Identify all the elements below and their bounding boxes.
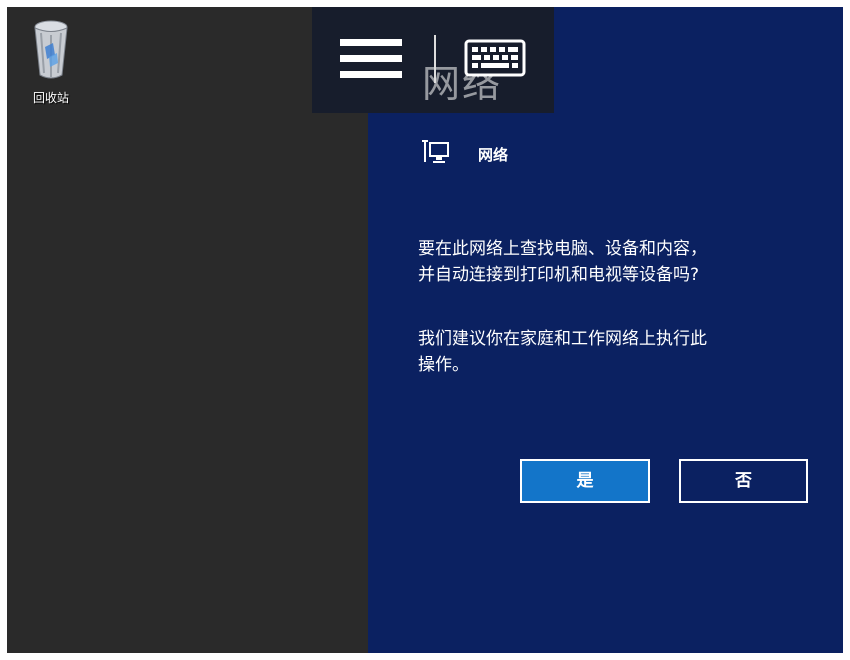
network-title: 网络 (478, 146, 509, 164)
question-line-1: 要在此网络上查找电脑、设备和内容， (418, 239, 707, 259)
keyboard-icon[interactable] (464, 39, 526, 83)
recycle-bin-icon (34, 20, 68, 79)
network-computer-icon (422, 140, 449, 163)
no-button[interactable]: 否 (679, 459, 808, 503)
discovery-question: 要在此网络上查找电脑、设备和内容， 并自动连接到打印机和电视等设备吗? (418, 236, 818, 288)
recycle-bin-shortcut[interactable]: 回收站 (19, 17, 83, 106)
yes-button[interactable]: 是 (520, 459, 650, 503)
recycle-bin-label: 回收站 (32, 91, 69, 105)
recommend-line-2: 操作。 (418, 355, 469, 375)
top-toolbar: 网络 (312, 7, 554, 113)
screen: 回收站 网络 网络 要在此网络上查找电脑、设备和内容， 并自动连接到打印机和电视… (7, 7, 843, 653)
question-line-2: 并自动连接到打印机和电视等设备吗? (418, 265, 700, 285)
recommendation-text: 我们建议你在家庭和工作网络上执行此 操作。 (418, 326, 818, 378)
text-caret (434, 35, 436, 83)
hamburger-menu-icon[interactable] (340, 39, 402, 85)
recommend-line-1: 我们建议你在家庭和工作网络上执行此 (418, 329, 707, 349)
